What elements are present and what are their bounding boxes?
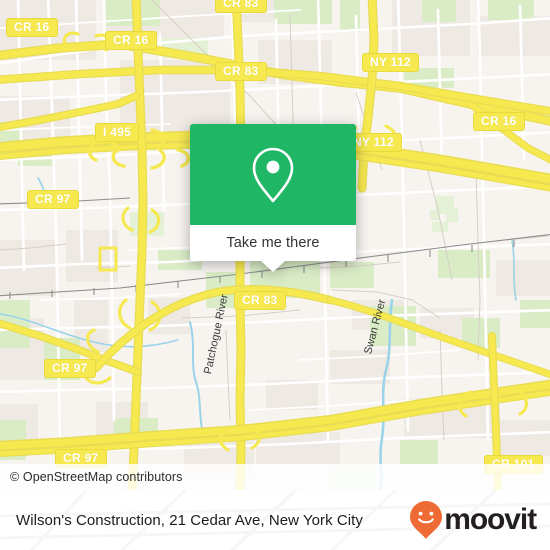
popup-tail — [261, 261, 285, 272]
moovit-map-screenshot: .land { fill:#f7f4f0; } .blk { fill:#efe… — [0, 0, 550, 550]
location-popup-card[interactable]: Take me there — [190, 124, 356, 272]
road-shield: NY 112 — [362, 53, 419, 72]
osm-attribution[interactable]: © OpenStreetMap contributors — [0, 464, 550, 490]
road-shield: CR 83 — [234, 291, 286, 310]
moovit-brand[interactable]: moovit — [409, 500, 537, 540]
road-shield: CR 83 — [215, 0, 267, 13]
osm-attribution-text: © OpenStreetMap contributors — [10, 470, 183, 484]
popup-action-label: Take me there — [226, 235, 320, 251]
footer-bar: Wilson's Construction, 21 Cedar Ave, New… — [0, 490, 550, 550]
popup-action[interactable]: Take me there — [190, 225, 356, 272]
road-shield: I 495 — [95, 123, 140, 142]
moovit-wordmark: moovit — [444, 503, 537, 536]
road-shield: CR 97 — [27, 190, 79, 209]
road-shield: CR 83 — [215, 62, 267, 81]
moovit-pin-smile-icon — [410, 501, 443, 539]
map-pin-icon — [252, 147, 294, 202]
location-caption: Wilson's Construction, 21 Cedar Ave, New… — [16, 511, 363, 529]
road-shield: CR 97 — [44, 359, 96, 378]
road-shield: CR 16 — [6, 18, 58, 37]
road-shield: CR 16 — [473, 112, 525, 131]
road-shield: CR 16 — [105, 31, 157, 50]
popup-header — [190, 124, 356, 225]
